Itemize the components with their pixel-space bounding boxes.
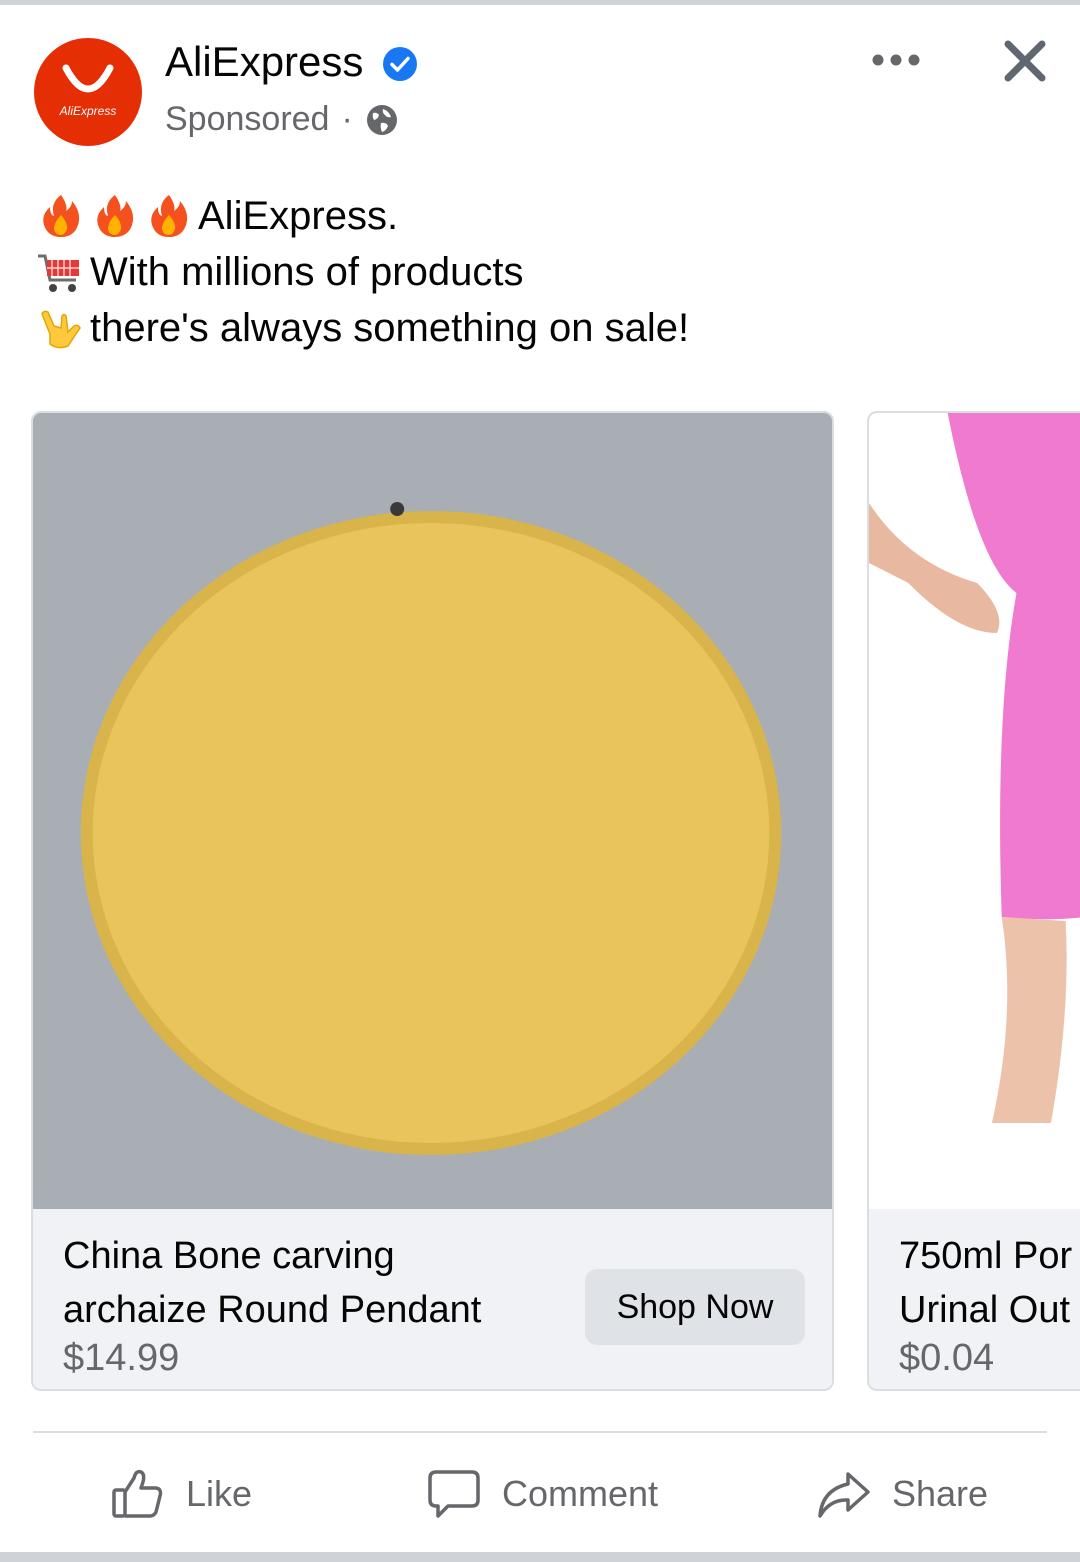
shopping-cart-emoji-icon bbox=[38, 254, 79, 292]
like-label: Like bbox=[186, 1473, 253, 1514]
share-button[interactable]: Share bbox=[816, 1462, 988, 1526]
card-footer: China Bone carving archaize Round Pendan… bbox=[33, 1209, 832, 1389]
product-title-line: China Bone carving bbox=[63, 1235, 395, 1277]
bottom-divider bbox=[0, 1552, 1080, 1562]
verified-badge-icon bbox=[383, 47, 417, 81]
product-image[interactable] bbox=[869, 413, 1080, 1209]
fire-emoji-icon bbox=[151, 195, 188, 237]
post-line-text: With millions of products bbox=[90, 250, 524, 294]
post-line: AliExpress. bbox=[36, 188, 689, 244]
page-name[interactable]: AliExpress bbox=[165, 38, 363, 86]
post-meta: Sponsored · bbox=[165, 100, 399, 139]
product-title[interactable]: 750ml Por Urinal Out bbox=[899, 1229, 1072, 1337]
comment-bubble-icon bbox=[428, 1470, 480, 1518]
card-footer: 750ml Por Urinal Out $0.04 bbox=[869, 1209, 1080, 1389]
product-title[interactable]: China Bone carving archaize Round Pendan… bbox=[63, 1229, 481, 1337]
top-divider bbox=[0, 0, 1080, 5]
shop-now-button[interactable]: Shop Now bbox=[585, 1269, 805, 1345]
comment-button[interactable]: Comment bbox=[426, 1462, 658, 1526]
product-price: $14.99 bbox=[63, 1337, 180, 1379]
product-price: $0.04 bbox=[899, 1337, 995, 1379]
like-button[interactable]: Like bbox=[110, 1462, 252, 1526]
carousel-card[interactable]: China Bone carving archaize Round Pendan… bbox=[31, 411, 834, 1391]
product-title-line: Urinal Out bbox=[899, 1289, 1071, 1331]
globe-icon[interactable] bbox=[365, 103, 399, 137]
meta-separator: · bbox=[341, 100, 353, 138]
carousel-card[interactable]: 750ml Por Urinal Out $0.04 bbox=[867, 411, 1080, 1391]
post-line-text: AliExpress. bbox=[198, 194, 399, 238]
share-label: Share bbox=[892, 1473, 989, 1514]
product-title-line: archaize Round Pendant bbox=[63, 1289, 482, 1331]
love-you-gesture-emoji-icon bbox=[41, 310, 81, 349]
product-image[interactable] bbox=[33, 413, 832, 1209]
sponsored-label[interactable]: Sponsored bbox=[165, 100, 329, 139]
product-title-line: 750ml Por bbox=[899, 1235, 1073, 1277]
post-line: there's always something on sale! bbox=[36, 300, 689, 356]
close-icon[interactable] bbox=[1000, 36, 1050, 86]
fire-emoji-icon bbox=[43, 195, 80, 237]
post-line-text: there's always something on sale! bbox=[90, 306, 690, 350]
avatar-logo-text: AliExpress bbox=[59, 104, 117, 118]
page-avatar[interactable]: AliExpress bbox=[34, 38, 142, 146]
more-options-icon[interactable] bbox=[868, 44, 924, 76]
comment-label: Comment bbox=[502, 1473, 659, 1514]
share-arrow-icon bbox=[818, 1472, 870, 1518]
action-bar-divider bbox=[33, 1431, 1047, 1433]
post-message: AliExpress. With millions of products th… bbox=[36, 188, 689, 356]
thumbs-up-icon bbox=[112, 1469, 163, 1518]
fire-emoji-icon bbox=[97, 195, 134, 237]
aliexpress-logo-icon bbox=[62, 64, 114, 93]
post-line: With millions of products bbox=[36, 244, 689, 300]
